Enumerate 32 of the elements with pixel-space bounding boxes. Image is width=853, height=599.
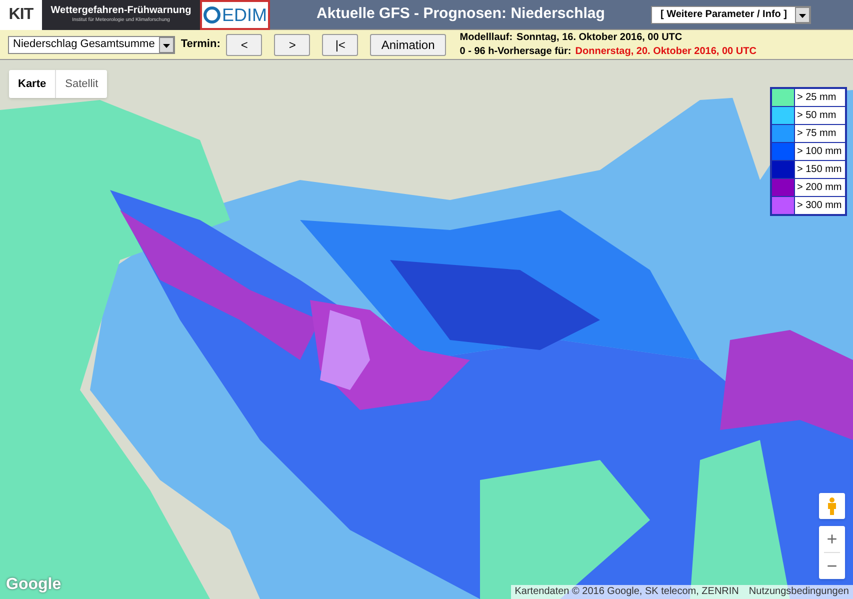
model-run-value: Sonntag, 16. Oktober 2016, 00 UTC: [516, 30, 682, 44]
legend-label: > 150 mm: [796, 163, 843, 177]
legend-label: > 200 mm: [796, 181, 843, 195]
map-type-tab[interactable]: Karte: [9, 70, 56, 98]
google-logo: Google: [6, 575, 62, 595]
person-icon: [827, 497, 837, 515]
zoom-out-button[interactable]: −: [819, 553, 845, 579]
terms-link[interactable]: Nutzungsbedingungen: [748, 585, 849, 599]
nav-button[interactable]: >: [274, 34, 310, 56]
forecast-label: 0 - 96 h-Vorhersage für:: [460, 44, 572, 58]
legend-label: > 100 mm: [796, 145, 843, 159]
forecast-value: Donnerstag, 20. Oktober 2016, 00 UTC: [575, 44, 756, 58]
map-type-tab[interactable]: Satellit: [55, 70, 108, 98]
termin-label: Termin:: [180, 37, 220, 52]
legend-label: > 75 mm: [796, 127, 838, 141]
info-dropdown[interactable]: [ Weitere Parameter / Info ]: [651, 6, 811, 24]
zoom-in-button[interactable]: +: [819, 526, 845, 552]
cedim-logo: EDIM: [200, 0, 270, 30]
model-run-label: Modelllauf:: [460, 30, 513, 44]
street-view-button[interactable]: [819, 493, 845, 519]
legend-label: > 50 mm: [796, 109, 838, 123]
parameter-dropdown[interactable]: Niederschlag Gesamtsumme: [8, 36, 175, 54]
kit-logo: KIT: [0, 0, 42, 30]
page-title: Aktuelle GFS - Prognosen: Niederschlag: [316, 4, 605, 24]
banner-title: Wettergefahren-Frühwarnung: [50, 5, 192, 17]
legend-label: > 300 mm: [796, 199, 843, 213]
ring-icon: [203, 6, 221, 24]
map-attribution: Kartendaten © 2016 Google, SK telecom, ZENRIN: [514, 585, 739, 599]
animation-button[interactable]: Animation: [370, 34, 446, 56]
nav-button[interactable]: |<: [322, 34, 358, 56]
nav-button[interactable]: <: [226, 34, 262, 56]
legend-label: > 25 mm: [796, 91, 838, 105]
